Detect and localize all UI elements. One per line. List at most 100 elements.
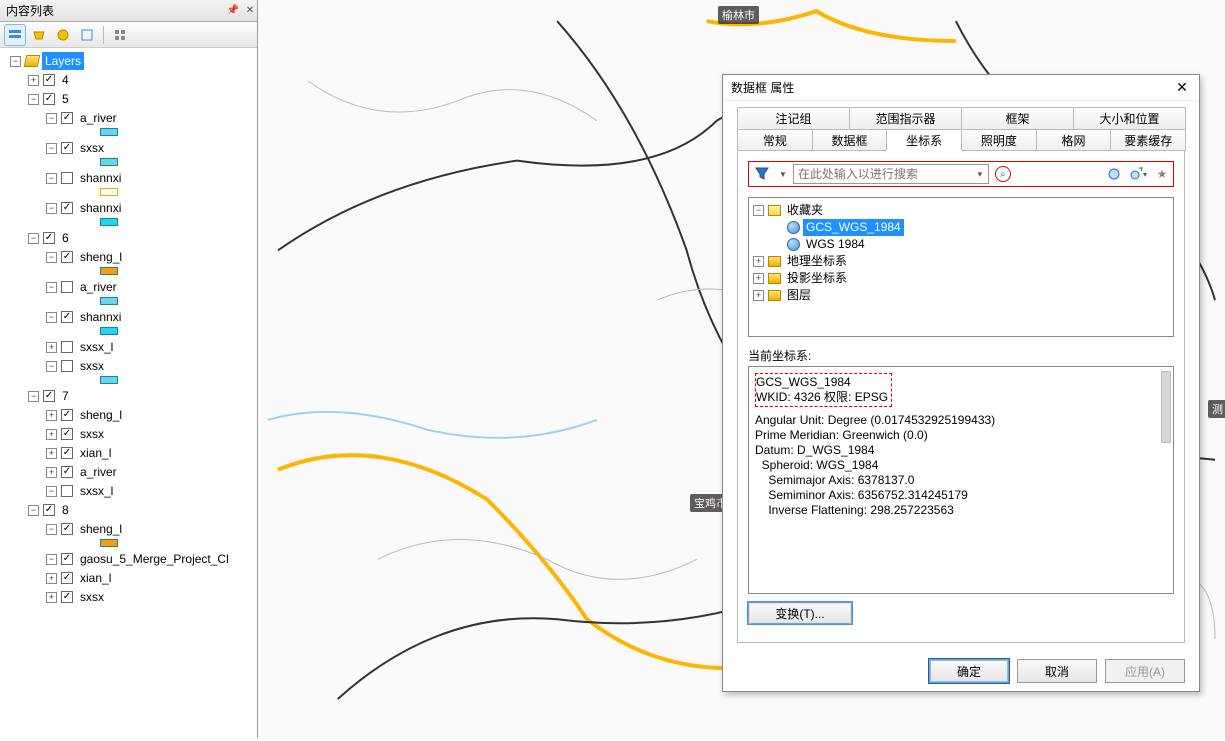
layer-label[interactable]: xian_l <box>77 444 114 462</box>
layer-checkbox[interactable] <box>43 390 55 402</box>
expander[interactable]: + <box>46 410 57 421</box>
layer-checkbox[interactable] <box>61 428 73 440</box>
coordinate-tree[interactable]: −收藏夹 GCS_WGS_1984 WGS 1984 +地理坐标系 +投影坐标系… <box>748 197 1174 337</box>
layer-label[interactable]: sheng_l <box>77 406 125 424</box>
layer-checkbox[interactable] <box>61 202 73 214</box>
expander[interactable]: − <box>46 524 57 535</box>
layer-label[interactable]: gaosu_5_Merge_Project_Cl <box>77 550 232 568</box>
layer-checkbox[interactable] <box>61 341 73 353</box>
expander[interactable]: − <box>28 391 39 402</box>
chevron-down-icon[interactable]: ▾ <box>973 166 987 182</box>
expander[interactable]: + <box>46 467 57 478</box>
expander[interactable]: − <box>46 312 57 323</box>
layer-checkbox[interactable] <box>43 504 55 516</box>
filter-icon[interactable] <box>751 164 773 184</box>
layer-checkbox[interactable] <box>43 93 55 105</box>
search-input[interactable] <box>793 164 989 184</box>
layer-label[interactable]: shannxi <box>77 308 124 326</box>
dialog-titlebar[interactable]: 数据框 属性 ✕ <box>723 75 1199 101</box>
expander[interactable]: − <box>46 173 57 184</box>
scrollbar-thumb[interactable] <box>1161 371 1171 443</box>
tab-照明度[interactable]: 照明度 <box>961 129 1037 151</box>
toc-close-icon[interactable]: ✕ <box>243 4 257 18</box>
expander[interactable]: + <box>46 429 57 440</box>
expander[interactable]: + <box>46 592 57 603</box>
layer-label[interactable]: a_river <box>77 109 120 127</box>
expander[interactable]: − <box>28 94 39 105</box>
layer-label[interactable]: Layers <box>42 52 84 70</box>
tab-范围指示器[interactable]: 范围指示器 <box>849 107 962 129</box>
layer-checkbox[interactable] <box>61 591 73 603</box>
layer-label[interactable]: shannxi <box>77 199 124 217</box>
list-by-drawing-order-button[interactable] <box>4 24 26 46</box>
layer-checkbox[interactable] <box>61 553 73 565</box>
expander[interactable]: + <box>753 273 764 284</box>
tab-格网[interactable]: 格网 <box>1036 129 1112 151</box>
filter-dropdown-icon[interactable]: ▼ <box>779 170 787 179</box>
layer-label[interactable]: sheng_l <box>77 520 125 538</box>
expander[interactable]: − <box>28 233 39 244</box>
layer-checkbox[interactable] <box>61 466 73 478</box>
expander[interactable]: − <box>46 143 57 154</box>
expander[interactable]: + <box>46 448 57 459</box>
expander[interactable]: + <box>753 290 764 301</box>
layer-checkbox[interactable] <box>43 232 55 244</box>
layer-checkbox[interactable] <box>61 523 73 535</box>
tree-item-gcs-wgs1984[interactable]: GCS_WGS_1984 <box>803 219 904 236</box>
options-button[interactable] <box>109 24 131 46</box>
tree-folder-geographic[interactable]: 地理坐标系 <box>784 253 850 270</box>
expander[interactable]: − <box>46 113 57 124</box>
layer-label[interactable]: a_river <box>77 278 120 296</box>
layer-label[interactable]: sxsx_l <box>77 482 116 500</box>
layer-label[interactable]: sxsx <box>77 425 107 443</box>
expander[interactable]: − <box>46 203 57 214</box>
layer-checkbox[interactable] <box>61 311 73 323</box>
tree-folder-layers[interactable]: 图层 <box>784 287 814 304</box>
layer-label[interactable]: 8 <box>59 501 72 519</box>
layer-label[interactable]: shannxi <box>77 169 124 187</box>
ok-button[interactable]: 确定 <box>929 659 1009 683</box>
layer-label[interactable]: sxsx <box>77 139 107 157</box>
favorite-icon[interactable]: ★ <box>1153 165 1171 183</box>
expander[interactable]: + <box>28 75 39 86</box>
layer-label[interactable]: sheng_l <box>77 248 125 266</box>
expander[interactable]: − <box>10 56 21 67</box>
expander[interactable]: − <box>46 282 57 293</box>
layer-label[interactable]: sxsx_l <box>77 338 116 356</box>
expander[interactable]: + <box>753 256 764 267</box>
layer-checkbox[interactable] <box>61 172 73 184</box>
tree-item-wgs1984[interactable]: WGS 1984 <box>803 236 868 253</box>
layer-checkbox[interactable] <box>61 251 73 263</box>
expander[interactable]: − <box>28 505 39 516</box>
close-icon[interactable]: ✕ <box>1173 79 1191 97</box>
layer-label[interactable]: sxsx <box>77 357 107 375</box>
tab-大小和位置[interactable]: 大小和位置 <box>1073 107 1186 129</box>
expander[interactable]: − <box>46 361 57 372</box>
tab-框架[interactable]: 框架 <box>961 107 1074 129</box>
layer-checkbox[interactable] <box>61 281 73 293</box>
layer-checkbox[interactable] <box>61 360 73 372</box>
layer-label[interactable]: 5 <box>59 90 72 108</box>
search-go-icon[interactable]: ⌕ <box>995 166 1011 182</box>
expander[interactable]: − <box>46 554 57 565</box>
tab-坐标系[interactable]: 坐标系 <box>886 129 962 151</box>
apply-button[interactable]: 应用(A) <box>1105 659 1185 683</box>
layer-checkbox[interactable] <box>43 74 55 86</box>
toc-pin-icon[interactable]: 📌 <box>226 4 240 18</box>
tree-folder-favorites[interactable]: 收藏夹 <box>784 202 826 219</box>
expander[interactable]: − <box>46 486 57 497</box>
layer-label[interactable]: 6 <box>59 229 72 247</box>
layer-tree[interactable]: −Layers+4−5−a_river−sxsx−shannxi−shannxi… <box>0 48 257 738</box>
layer-checkbox[interactable] <box>61 572 73 584</box>
list-by-source-button[interactable] <box>28 24 50 46</box>
tab-常规[interactable]: 常规 <box>737 129 813 151</box>
layer-checkbox[interactable] <box>61 112 73 124</box>
layer-label[interactable]: a_river <box>77 463 120 481</box>
layer-checkbox[interactable] <box>61 485 73 497</box>
expander[interactable]: + <box>46 342 57 353</box>
add-cs-icon[interactable]: +▾ <box>1129 165 1147 183</box>
new-cs-icon[interactable] <box>1105 165 1123 183</box>
layer-checkbox[interactable] <box>61 142 73 154</box>
tab-要素缓存[interactable]: 要素缓存 <box>1110 129 1186 151</box>
cancel-button[interactable]: 取消 <box>1017 659 1097 683</box>
